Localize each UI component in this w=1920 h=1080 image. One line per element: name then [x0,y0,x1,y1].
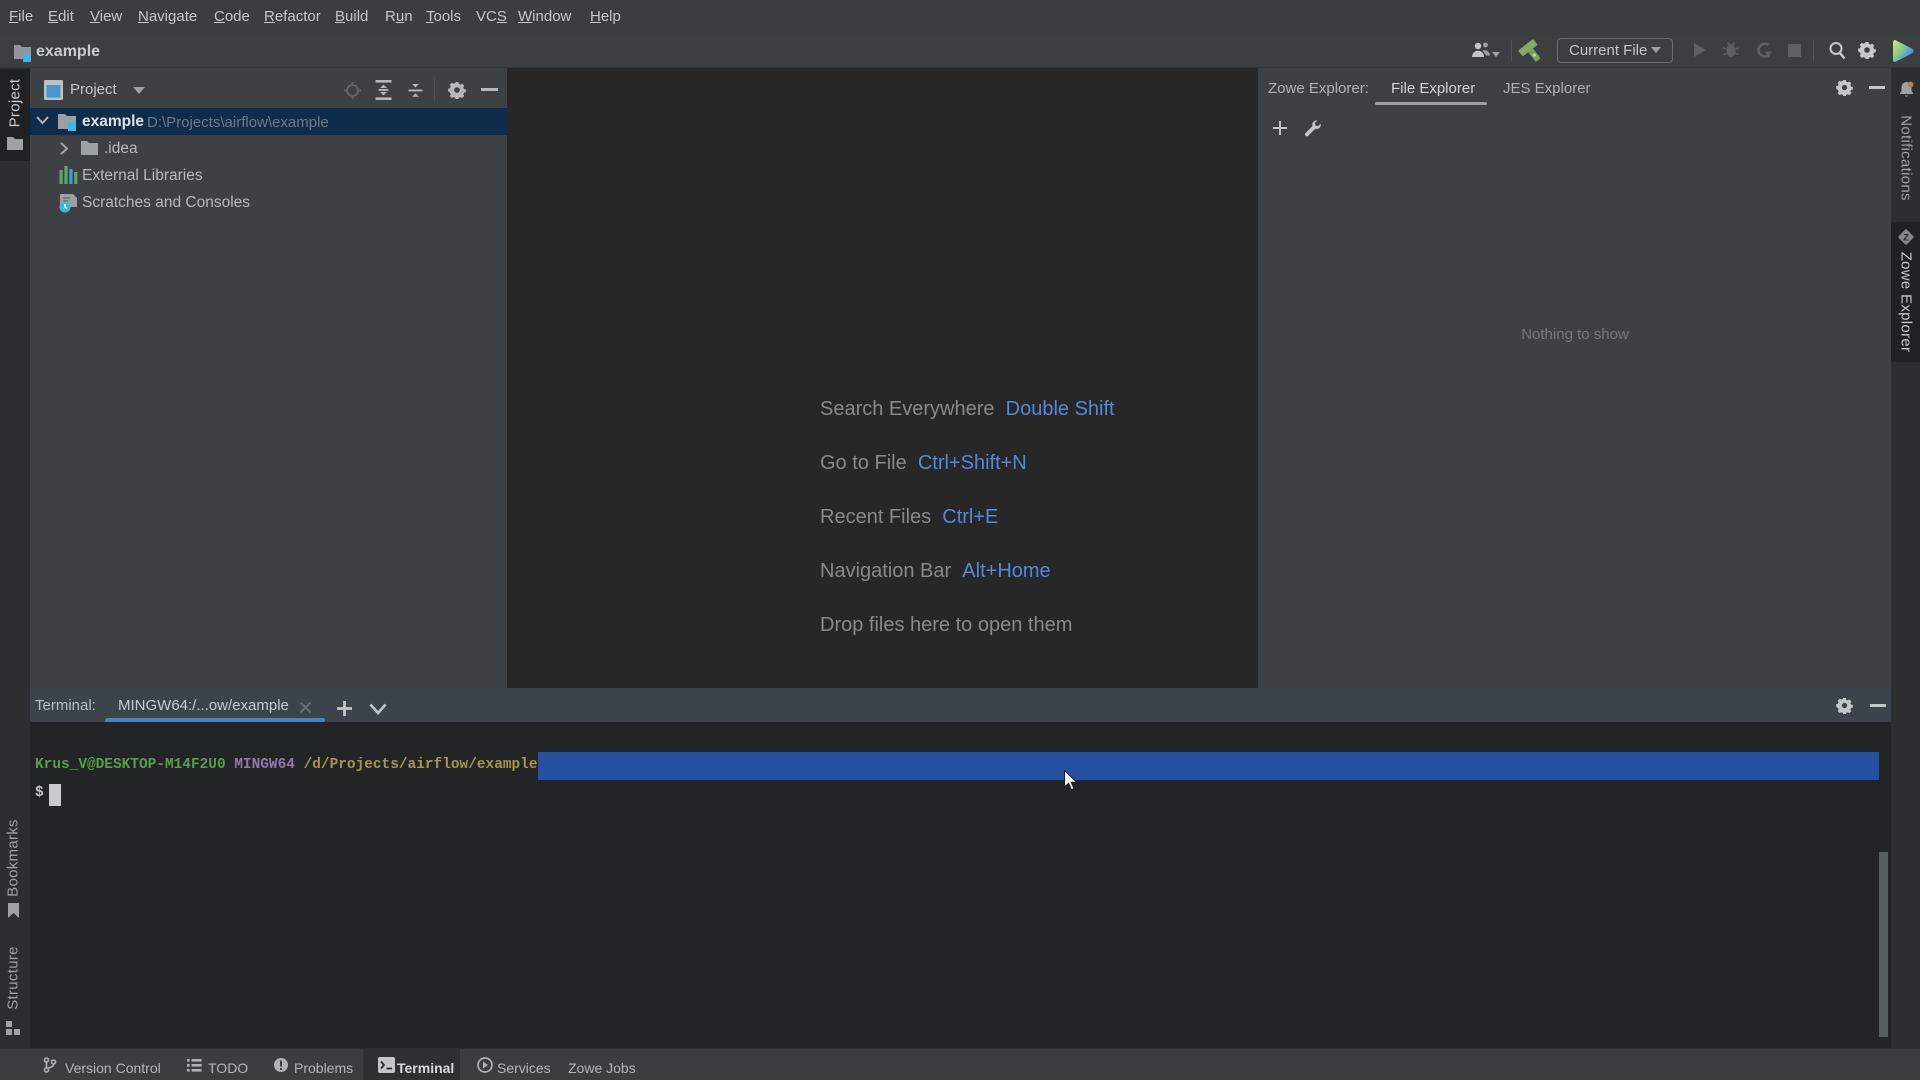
svg-text:Z: Z [1903,232,1909,243]
